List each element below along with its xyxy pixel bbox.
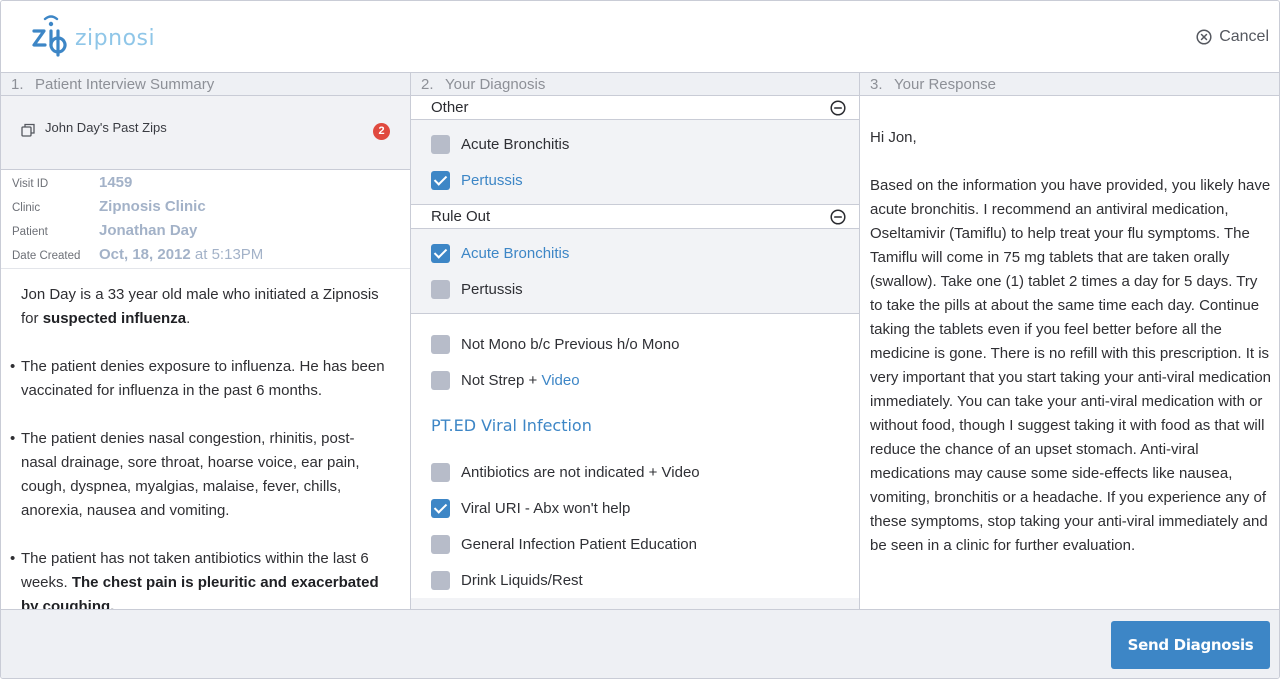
patient-summary-column[interactable]: 1. Patient Interview Summary John Day's P… <box>1 73 411 609</box>
section-title: Rule Out <box>431 208 491 225</box>
intro-bold-text: suspected influenza <box>42 310 187 327</box>
other-options: Acute Bronchitis Pertussis <box>411 120 859 205</box>
bottom-bar: Send Diagnosis <box>1 609 1279 678</box>
option-label: Pertussis <box>461 171 523 189</box>
section-title: Other <box>431 99 469 116</box>
zipnosis-logo[interactable]: zipnosis <box>31 15 155 59</box>
date-value: Oct, 18, 2012 <box>99 246 191 263</box>
date-created-label: Date Created <box>12 250 81 262</box>
cancel-button[interactable]: Cancel <box>1196 26 1269 48</box>
app-window: zipnosis Cancel 1. Patient Interview Summ… <box>0 0 1280 679</box>
section-header-other[interactable]: Other <box>411 96 859 120</box>
checkbox[interactable] <box>431 134 450 154</box>
clinic-value: Zipnosis Clinic <box>99 198 206 215</box>
summary-bullet: The patient denies nasal congestion, rhi… <box>10 427 390 523</box>
copy-icon <box>21 123 35 137</box>
column-number: 3. <box>870 76 883 93</box>
column-title: Patient Interview Summary <box>35 76 215 93</box>
checkbox[interactable] <box>431 462 450 482</box>
option-pertussis[interactable]: Pertussis <box>411 162 859 198</box>
checkbox[interactable] <box>431 570 450 590</box>
collapse-minus-icon[interactable] <box>830 209 846 225</box>
checkbox-checked[interactable] <box>431 243 450 263</box>
close-circle-icon <box>1196 29 1212 45</box>
section-header-rule-out[interactable]: Rule Out <box>411 205 859 229</box>
option-label: Antibiotics are not indicated + Video <box>461 463 700 481</box>
top-header: zipnosis Cancel <box>1 1 1279 73</box>
response-body: Based on the information you have provid… <box>870 177 1272 554</box>
date-created-row: Date Created Oct, 18, 2012 at 5:13PM <box>1 246 410 270</box>
option-not-strep[interactable]: Not Strep + Video <box>411 362 859 398</box>
time-value: 5:13PM <box>211 246 264 263</box>
option-label: Pertussis <box>461 280 523 298</box>
clinic-label: Clinic <box>12 202 41 214</box>
visit-details: Visit ID 1459 Clinic Zipnosis Clinic Pat… <box>1 170 410 269</box>
checkbox[interactable] <box>431 370 450 390</box>
option-label: Drink Liquids/Rest <box>461 571 583 589</box>
past-zips-label: John Day's Past Zips <box>45 120 167 135</box>
intro-end-text: . <box>186 310 191 327</box>
checkbox[interactable] <box>431 534 450 554</box>
checkbox[interactable] <box>431 334 450 354</box>
column-number: 2. <box>421 76 434 93</box>
option-acute-bronchitis[interactable]: Acute Bronchitis <box>411 235 859 271</box>
checkbox-checked[interactable] <box>431 498 450 518</box>
response-greeting: Hi Jon, <box>870 129 917 146</box>
visit-id-value: 1459 <box>99 174 133 191</box>
option-pertussis[interactable]: Pertussis <box>411 271 859 307</box>
cancel-label: Cancel <box>1219 28 1269 45</box>
checkbox-checked[interactable] <box>431 170 450 190</box>
interview-summary-text: Jon Day is a 33 year old male who initia… <box>1 269 410 609</box>
clinic-row: Clinic Zipnosis Clinic <box>1 198 410 222</box>
option-label: Acute Bronchitis <box>461 244 570 262</box>
collapse-minus-icon[interactable] <box>830 100 846 116</box>
summary-bullet: The patient has not taken antibiotics wi… <box>10 547 390 609</box>
option-label: Not Strep + <box>461 371 542 389</box>
column-number: 1. <box>11 76 24 93</box>
patient-label: Patient <box>12 226 48 238</box>
logo-text: zipnosis <box>75 26 155 51</box>
response-column-header: 3. Your Response <box>860 73 1279 96</box>
option-label: Not Mono b/c Previous h/o Mono <box>461 335 680 353</box>
visit-id-label: Visit ID <box>12 178 49 190</box>
column-title: Your Response <box>894 76 997 93</box>
option-viral-uri[interactable]: Viral URI - Abx won't help <box>411 490 859 526</box>
checkbox[interactable] <box>431 279 450 299</box>
summary-bullet: The patient denies exposure to influenza… <box>10 355 390 403</box>
column-title: Your Diagnosis <box>445 76 546 93</box>
bullet-bold-text: The chest pain is pleuritic and exacerba… <box>21 574 379 609</box>
past-zips-row[interactable]: John Day's Past Zips 2 <box>1 96 410 170</box>
response-column[interactable]: 3. Your Response Hi Jon, Based on the inf… <box>860 73 1279 609</box>
video-link[interactable]: Video <box>541 372 579 389</box>
option-drink-liquids[interactable]: Drink Liquids/Rest <box>411 562 859 598</box>
date-at: at <box>194 246 208 263</box>
summary-column-header: 1. Patient Interview Summary <box>1 73 410 96</box>
option-label: General Infection Patient Education <box>461 535 697 553</box>
send-diagnosis-button[interactable]: Send Diagnosis <box>1111 621 1270 669</box>
additional-options: Not Mono b/c Previous h/o Mono Not Strep… <box>411 314 859 598</box>
summary-intro: Jon Day is a 33 year old male who initia… <box>21 283 390 331</box>
option-not-mono[interactable]: Not Mono b/c Previous h/o Mono <box>411 326 859 362</box>
patient-row: Patient Jonathan Day <box>1 222 410 246</box>
option-antibiotics-not-indicated[interactable]: Antibiotics are not indicated + Video <box>411 454 859 490</box>
option-label: Acute Bronchitis <box>461 135 570 153</box>
date-created-value: Oct, 18, 2012 at 5:13PM <box>99 246 263 263</box>
option-label: Viral URI - Abx won't help <box>461 499 631 517</box>
option-general-infection-education[interactable]: General Infection Patient Education <box>411 526 859 562</box>
patient-value: Jonathan Day <box>99 222 198 239</box>
rule-out-options: Acute Bronchitis Pertussis <box>411 229 859 314</box>
diagnosis-column-header: 2. Your Diagnosis <box>411 73 859 96</box>
response-text-area[interactable]: Hi Jon, Based on the information you hav… <box>860 96 1279 558</box>
past-zips-count-badge: 2 <box>373 123 390 140</box>
diagnosis-column[interactable]: 2. Your Diagnosis Other Acute Bronchitis … <box>411 73 860 609</box>
visit-id-row: Visit ID 1459 <box>1 174 410 198</box>
pt-ed-heading: PT.ED Viral Infection <box>431 416 592 435</box>
option-acute-bronchitis[interactable]: Acute Bronchitis <box>411 126 859 162</box>
